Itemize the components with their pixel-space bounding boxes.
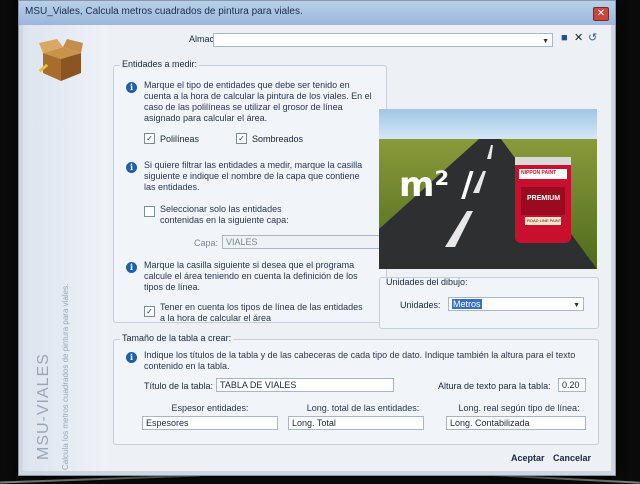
unidades-group-title: Unidades del dibujo: [386, 277, 468, 287]
entidades-group: Entidades a medir: i Marque el tipo de e… [113, 59, 387, 323]
espesor-field[interactable]: Espesores [142, 416, 278, 430]
undo-icon[interactable]: ↺ [588, 31, 597, 44]
header-long-total: Long. total de las entidades: [306, 403, 420, 413]
sombreados-label: Sombreados [252, 134, 304, 144]
header-long-real: Long. real según tipo de línea: [458, 403, 580, 413]
capa-label: Capa: [194, 238, 219, 248]
long-total-value: Long. Total [292, 418, 336, 428]
save-icon[interactable]: ■ [561, 32, 568, 44]
dialog-window: MSU_Viales, Calcula metros cuadrados de … [18, 0, 616, 476]
capa-value: VIALES [226, 237, 258, 247]
long-total-field[interactable]: Long. Total [288, 416, 424, 430]
header-espesor: Espesor entidades: [171, 403, 249, 413]
linetype-label: Tener en cuenta los tipos de línea de la… [160, 302, 363, 323]
sidebar: MSU-VIALES Calcula los metros cuadrados … [23, 25, 107, 471]
tabla-group-title: Tamaño de la tabla a crear: [120, 333, 234, 343]
polilineas-label: Polilíneas [160, 134, 200, 144]
unidades-select[interactable]: Metros ▼ [448, 297, 584, 311]
info-icon: i [126, 162, 137, 173]
altura-field[interactable]: 0.20 [558, 378, 586, 392]
info-icon: i [126, 82, 137, 93]
can-label: PREMIUM [527, 195, 561, 202]
polilineas-checkbox[interactable]: ✓ [144, 133, 155, 144]
long-real-field[interactable]: Long. Contabilizada [446, 416, 586, 430]
altura-value: 0.20 [562, 380, 580, 390]
can-sub: ROAD LINE PAINT [527, 218, 562, 223]
filter-layer-checkbox[interactable] [144, 206, 155, 217]
almacen-combo[interactable]: ▼ [213, 33, 553, 47]
title-bar[interactable]: MSU_Viales, Calcula metros cuadrados de … [19, 1, 615, 25]
capa-field[interactable]: VIALES [222, 235, 380, 249]
window-title: MSU_Viales, Calcula metros cuadrados de … [25, 6, 303, 17]
linetype-checkbox[interactable]: ✓ [144, 306, 155, 317]
sidebar-description: Calcula los metros cuadrados de pintura … [61, 283, 70, 470]
titulo-label: Título de la tabla: [144, 381, 214, 391]
entidades-group-title: Entidades a medir: [120, 59, 200, 69]
filter-info-text: Si quiere filtrar las entidades a medir,… [144, 160, 363, 192]
delete-icon[interactable]: ✕ [574, 31, 583, 44]
unidades-group: Unidades del dibujo: Unidades: Metros ▼ [379, 277, 599, 329]
info-icon: i [126, 262, 137, 273]
entidades-info-text: Marque el tipo de entidades que debe ser… [144, 80, 372, 123]
box-logo-icon [38, 39, 83, 81]
long-real-value: Long. Contabilizada [450, 418, 530, 428]
sidebar-title: MSU-VIALES [35, 353, 52, 460]
unidades-label: Unidades: [400, 300, 441, 310]
tabla-info-text: Indique los títulos de la tabla y de las… [144, 350, 576, 371]
linetype-info-text: Marque la casilla siguiente si desea que… [144, 260, 358, 292]
titulo-value: TABLA DE VIALES [220, 380, 297, 390]
info-icon: i [126, 352, 137, 363]
sombreados-checkbox[interactable]: ✓ [236, 133, 247, 144]
close-icon: ✕ [596, 8, 606, 19]
chevron-down-icon: ▼ [542, 38, 549, 45]
accept-button[interactable]: Aceptar [511, 453, 545, 463]
unidades-value: Metros [452, 299, 482, 309]
tabla-group: Tamaño de la tabla a crear: i Indique lo… [113, 333, 599, 445]
m2-text: m² / [399, 165, 474, 205]
dialog-client: MSU-VIALES Calcula los metros cuadrados … [23, 25, 611, 471]
cancel-button[interactable]: Cancelar [553, 453, 591, 463]
road-paint-image: m² / NIPPON PAINT PREMIUM ROAD LINE PAIN… [379, 109, 597, 269]
close-button[interactable]: ✕ [593, 7, 609, 21]
can-brand: NIPPON PAINT [521, 170, 557, 176]
filter-layer-label: Seleccionar solo las entidades contenida… [160, 204, 289, 225]
espesor-value: Espesores [146, 418, 189, 428]
chevron-down-icon: ▼ [573, 302, 580, 309]
altura-label: Altura de texto para la tabla: [438, 381, 551, 391]
titulo-field[interactable]: TABLA DE VIALES [216, 378, 394, 392]
